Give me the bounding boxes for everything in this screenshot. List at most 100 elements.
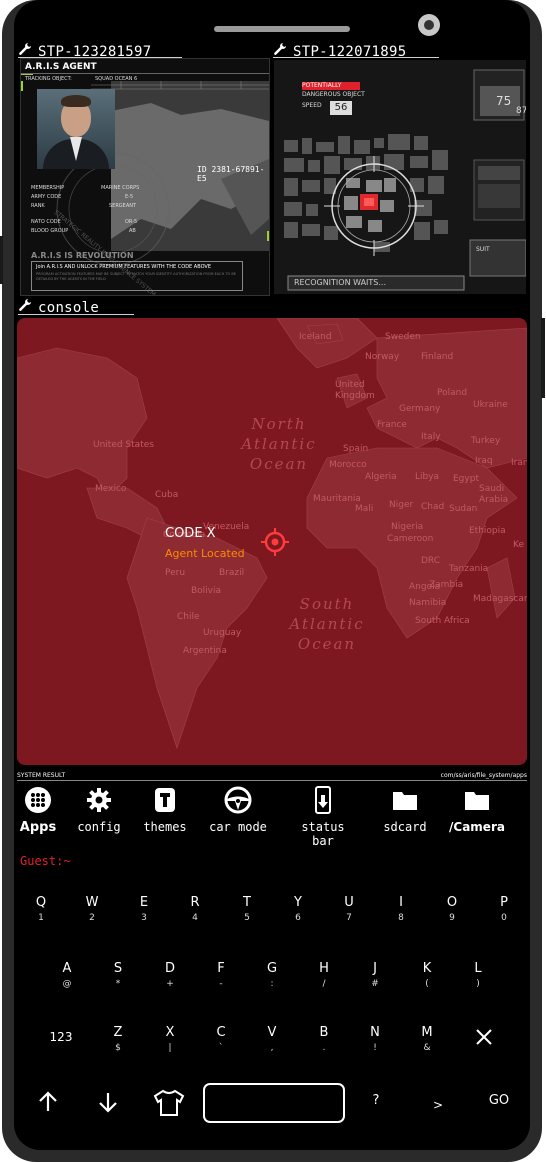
arrow-up-button[interactable] [36, 1091, 60, 1117]
key-z[interactable]: Z $ [95, 1025, 141, 1053]
agent-photo [37, 89, 115, 169]
world-map[interactable]: Iceland Sweden Norway Finland United Kin… [17, 318, 527, 765]
app-car-mode[interactable]: car mode [203, 786, 273, 834]
ocean-label-north: North Atlantic Ocean [241, 415, 317, 473]
map-label: DRC [421, 556, 441, 566]
screen: STP-123281597 A.R.I.S AGENT TRACKING OBJ… [14, 0, 530, 1150]
map-label: Finland [421, 352, 454, 362]
key-l[interactable]: L) [455, 961, 501, 989]
map-label: France [377, 420, 407, 430]
map-label: Poland [437, 388, 468, 398]
key-d[interactable]: D + [147, 961, 193, 989]
alert-badge: POTENTIALLY DANGEROUS OBJECT [302, 82, 365, 98]
map-label: Uruguay [203, 628, 242, 638]
map-label: Norway [365, 352, 400, 362]
key-w[interactable]: W2 [69, 895, 115, 923]
map-label: South Africa [415, 616, 470, 626]
shirt-icon [153, 1089, 185, 1116]
map-label: United States [93, 440, 154, 450]
map-label: Libya [415, 472, 440, 482]
map-label: Argentina [183, 646, 227, 656]
map-label: Egypt [453, 474, 479, 484]
map-label: Madagascar [473, 594, 527, 604]
gauge-value-1: 75 [496, 94, 512, 108]
speed-label: SPEED [302, 102, 322, 109]
map-label: Chad [421, 502, 445, 512]
terminal-prompt[interactable]: Guest:~ [20, 854, 71, 868]
map-label: Ethiopia [469, 526, 506, 536]
key-u[interactable]: U7 [326, 895, 372, 923]
key-b[interactable]: B. [301, 1025, 347, 1053]
key-e[interactable]: E3 [121, 895, 167, 923]
key-y[interactable]: Y6 [275, 895, 321, 923]
folder-icon [465, 792, 489, 810]
key-f[interactable]: F- [198, 961, 244, 989]
app-config[interactable]: config [64, 786, 134, 834]
agent-id: ID 2381-67891-E5 [197, 165, 265, 183]
map-label: Iceland [299, 332, 332, 342]
suit-label: SUIT [476, 246, 490, 253]
key-j[interactable]: J # [352, 961, 398, 989]
map-label: Ukraine [473, 400, 508, 410]
theme-shirt-button[interactable] [152, 1089, 186, 1121]
target-code: CODE X [165, 526, 216, 541]
map-label: Niger [389, 500, 414, 510]
key-t[interactable]: T5 [224, 895, 270, 923]
map-label: Zambia [429, 580, 464, 590]
map-label: Cuba [155, 490, 179, 500]
map-label: Ke [513, 540, 524, 550]
app-sdcard[interactable]: sdcard [370, 786, 440, 834]
map-label: Mauritania [313, 494, 361, 504]
key-o[interactable]: O9 [429, 895, 475, 923]
gauge-value-2: 87 [516, 106, 526, 116]
gear-icon [87, 788, 111, 812]
recognition-card[interactable]: POTENTIALLY DANGEROUS OBJECT SPEED 56 75… [274, 60, 526, 294]
key-c[interactable]: C ` [198, 1025, 244, 1053]
front-camera [418, 14, 440, 36]
map-label: Saudi Arabia [479, 484, 509, 505]
arrow-up-icon [39, 1091, 57, 1111]
key-g[interactable]: G: [249, 961, 295, 989]
map-label: Germany [399, 404, 441, 414]
arrow-down-button[interactable] [96, 1091, 120, 1117]
earpiece-speaker [214, 26, 350, 32]
power-button [541, 318, 545, 398]
key-delete[interactable] [461, 1028, 507, 1050]
theme-brush-icon [155, 788, 175, 812]
agent-dossier-card[interactable]: A.R.I.S AGENT TRACKING OBJECT: SQUAD OCE… [20, 58, 270, 296]
map-label: Algeria [365, 472, 397, 482]
key-x[interactable]: X | [147, 1025, 193, 1053]
key-m[interactable]: M & [404, 1025, 450, 1053]
map-label: Iraq [475, 456, 493, 466]
key-v[interactable]: V, [249, 1025, 295, 1053]
target-crosshair-icon[interactable] [261, 528, 289, 556]
map-label: United Kingdom [335, 380, 375, 401]
key-a[interactable]: A @ [44, 961, 90, 989]
app-status-bar[interactable]: status bar [288, 786, 358, 848]
app-camera-folder[interactable]: /Camera [442, 786, 512, 834]
key-r[interactable]: R4 [172, 895, 218, 923]
question-key[interactable]: ? [366, 1093, 386, 1108]
key-h[interactable]: H / [301, 961, 347, 989]
go-button[interactable]: GO [484, 1093, 514, 1108]
key-i[interactable]: I8 [378, 895, 424, 923]
map-label: Brazil [219, 568, 245, 578]
folder-icon [393, 792, 417, 810]
key-k[interactable]: K( [404, 961, 450, 989]
map-label: Iran [511, 458, 527, 468]
key-q[interactable]: Q1 [18, 895, 64, 923]
app-themes[interactable]: themes [130, 786, 200, 834]
key-s[interactable]: S * [95, 961, 141, 989]
recognition-status: RECOGNITION WAITS... [294, 278, 387, 287]
motto-text: A.R.I.S IS REVOLUTION [31, 251, 134, 260]
key-n[interactable]: N! [352, 1025, 398, 1053]
promo-box: Join A.R.I.S AND UNLOCK PREMIUM FEATURES… [31, 261, 243, 291]
target-status: Agent Located [165, 547, 245, 560]
input-field[interactable] [203, 1083, 345, 1123]
map-label: Spain [343, 444, 369, 454]
greater-than-key[interactable]: > [428, 1098, 448, 1112]
map-label: Mexico [95, 484, 127, 494]
key-p[interactable]: P0 [481, 895, 527, 923]
key-numeric[interactable]: 123 [38, 1030, 84, 1044]
arrow-down-icon [99, 1093, 117, 1113]
